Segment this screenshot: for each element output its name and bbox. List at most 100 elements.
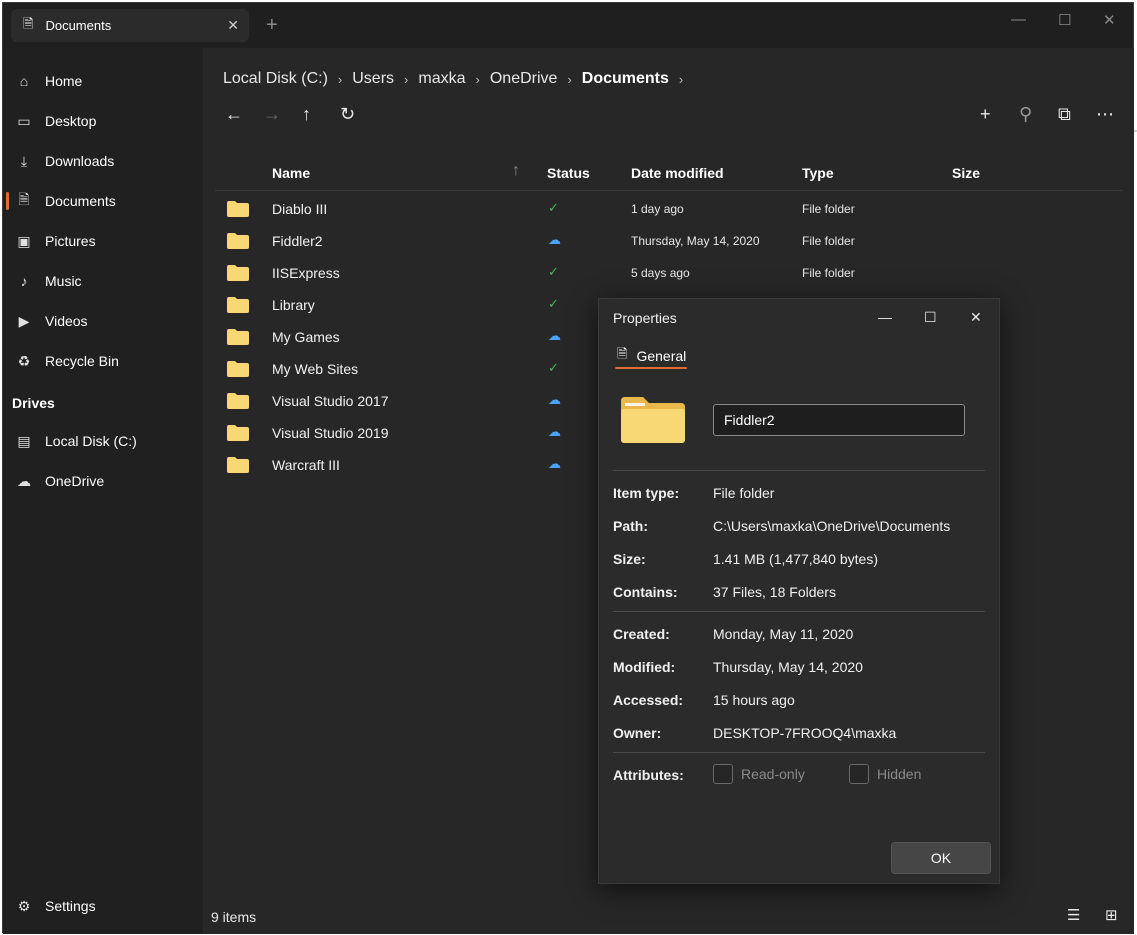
document-icon: 🗎 bbox=[617, 346, 628, 361]
folder-icon bbox=[227, 425, 249, 441]
file-type: File folder bbox=[802, 202, 855, 216]
cloud-icon: ☁ bbox=[548, 424, 561, 439]
sidebar-item-label: Videos bbox=[45, 313, 88, 329]
folder-icon bbox=[227, 233, 249, 249]
more-options-button[interactable]: ⋯ bbox=[1096, 104, 1114, 125]
refresh-button[interactable]: ↻ bbox=[340, 104, 355, 125]
path-label: Path: bbox=[613, 518, 648, 534]
cloud-icon: ☁ bbox=[548, 456, 561, 471]
breadcrumb-onedrive[interactable]: OneDrive bbox=[490, 70, 558, 88]
accessed-label: Accessed: bbox=[613, 692, 684, 708]
header-divider bbox=[215, 190, 1122, 191]
duplicate-tab-button[interactable]: ⧉ bbox=[1058, 104, 1071, 125]
breadcrumb-local-disk[interactable]: Local Disk (C:) bbox=[223, 70, 328, 88]
column-header-name[interactable]: Name bbox=[272, 165, 310, 181]
hidden-checkbox[interactable] bbox=[849, 764, 869, 784]
desktop-icon: ▭ bbox=[17, 112, 31, 129]
tab-title: Documents bbox=[45, 18, 112, 33]
folder-icon bbox=[227, 297, 249, 313]
maximize-button[interactable]: ☐ bbox=[1058, 11, 1071, 29]
sidebar-item-label: Recycle Bin bbox=[45, 353, 119, 369]
chevron-right-icon[interactable]: › bbox=[679, 72, 683, 87]
grid-view-icon[interactable]: ⊞ bbox=[1105, 906, 1118, 924]
sidebar-item-home[interactable]: ⌂ Home bbox=[3, 64, 203, 98]
sidebar-item-label: Home bbox=[45, 73, 83, 89]
sidebar-item-label: Pictures bbox=[45, 233, 96, 249]
new-tab-button[interactable]: + bbox=[266, 14, 278, 37]
back-button[interactable]: ← bbox=[225, 104, 243, 125]
file-name: Visual Studio 2017 bbox=[272, 393, 389, 409]
breadcrumb-users[interactable]: Users bbox=[352, 70, 394, 88]
column-header-size[interactable]: Size bbox=[952, 165, 980, 181]
folder-icon bbox=[227, 361, 249, 377]
file-name: Library bbox=[272, 297, 315, 313]
file-name: Fiddler2 bbox=[272, 233, 323, 249]
tab-documents[interactable]: 🗎 Documents ✕ bbox=[11, 9, 249, 42]
table-row[interactable]: Diablo III ✓ 1 day ago File folder bbox=[215, 192, 1122, 224]
item-type-label: Item type: bbox=[613, 485, 680, 501]
sort-ascending-icon[interactable]: ↑ bbox=[512, 162, 520, 180]
path-value: C:\Users\maxka\OneDrive\Documents bbox=[713, 518, 951, 534]
item-count: 9 items bbox=[211, 909, 257, 925]
contains-label: Contains: bbox=[613, 584, 678, 600]
breadcrumb-documents[interactable]: Documents bbox=[582, 70, 669, 88]
folder-name-input[interactable] bbox=[713, 404, 965, 436]
up-button[interactable]: ↑ bbox=[302, 104, 311, 125]
file-date: Thursday, May 14, 2020 bbox=[631, 234, 760, 248]
sidebar-item-pictures[interactable]: ▣ Pictures bbox=[3, 224, 203, 258]
hidden-label: Hidden bbox=[877, 766, 922, 782]
gear-icon: ⚙ bbox=[17, 897, 31, 914]
file-date: 5 days ago bbox=[631, 266, 690, 280]
file-name: IISExpress bbox=[272, 265, 340, 281]
sidebar-item-music[interactable]: ♪ Music bbox=[3, 264, 203, 298]
sidebar-item-label: Downloads bbox=[45, 153, 115, 169]
file-name: Diablo III bbox=[272, 201, 328, 217]
column-header-date[interactable]: Date modified bbox=[631, 165, 724, 181]
sidebar-item-label: OneDrive bbox=[45, 473, 105, 489]
tab-underline bbox=[615, 367, 687, 369]
sidebar-item-label: Documents bbox=[45, 193, 116, 209]
close-window-button[interactable]: ✕ bbox=[1103, 11, 1116, 29]
sidebar-item-documents[interactable]: 🗎 Documents bbox=[3, 184, 203, 218]
tab-general[interactable]: 🗎 General bbox=[617, 345, 686, 367]
sidebar-item-recycle-bin[interactable]: ♻ Recycle Bin bbox=[3, 344, 203, 378]
dialog-maximize-button[interactable]: ☐ bbox=[924, 309, 937, 326]
modified-value: Thursday, May 14, 2020 bbox=[713, 659, 863, 675]
column-header-status[interactable]: Status bbox=[547, 165, 590, 181]
table-row[interactable]: Fiddler2 ☁ Thursday, May 14, 2020 File f… bbox=[215, 224, 1122, 256]
sidebar-item-label: Music bbox=[45, 273, 82, 289]
ok-button[interactable]: OK bbox=[891, 842, 991, 874]
created-label: Created: bbox=[613, 626, 670, 642]
column-header-type[interactable]: Type bbox=[802, 165, 834, 181]
chevron-right-icon: › bbox=[475, 71, 480, 87]
close-tab-icon[interactable]: ✕ bbox=[227, 17, 239, 34]
chevron-right-icon: › bbox=[337, 71, 343, 87]
synced-check-icon: ✓ bbox=[548, 264, 559, 279]
document-icon: 🗎 bbox=[18, 191, 30, 207]
sidebar-item-downloads[interactable]: ⤓ Downloads bbox=[3, 144, 203, 178]
dialog-minimize-button[interactable]: — bbox=[878, 309, 892, 325]
synced-check-icon: ✓ bbox=[548, 296, 559, 311]
sidebar-item-desktop[interactable]: ▭ Desktop bbox=[3, 104, 203, 138]
sidebar-item-videos[interactable]: ▶ Videos bbox=[3, 304, 203, 338]
breadcrumb-maxka[interactable]: maxka bbox=[418, 70, 465, 88]
sidebar-item-local-disk[interactable]: ▤ Local Disk (C:) bbox=[3, 424, 203, 458]
settings-label: Settings bbox=[45, 898, 96, 914]
item-type-value: File folder bbox=[713, 485, 775, 501]
settings-button[interactable]: ⚙ Settings bbox=[3, 889, 203, 923]
chevron-right-icon: › bbox=[404, 71, 409, 87]
sidebar-item-onedrive[interactable]: ☁ OneDrive bbox=[3, 464, 203, 498]
details-view-icon[interactable]: ☰ bbox=[1067, 906, 1080, 924]
readonly-checkbox[interactable] bbox=[713, 764, 733, 784]
new-item-button[interactable]: + bbox=[980, 104, 991, 125]
file-date: 1 day ago bbox=[631, 202, 684, 216]
dialog-close-button[interactable]: ✕ bbox=[970, 309, 982, 326]
home-icon: ⌂ bbox=[19, 73, 29, 89]
minimize-button[interactable]: — bbox=[1011, 11, 1026, 28]
search-button[interactable]: ⚲ bbox=[1019, 104, 1032, 125]
forward-button[interactable]: → bbox=[263, 104, 281, 125]
cloud-icon: ☁ bbox=[548, 328, 561, 343]
video-icon: ▶ bbox=[18, 312, 30, 329]
table-row[interactable]: IISExpress ✓ 5 days ago File folder bbox=[215, 256, 1122, 288]
sidebar: ⌂ Home ▭ Desktop ⤓ Downloads 🗎 Documents… bbox=[3, 48, 203, 934]
